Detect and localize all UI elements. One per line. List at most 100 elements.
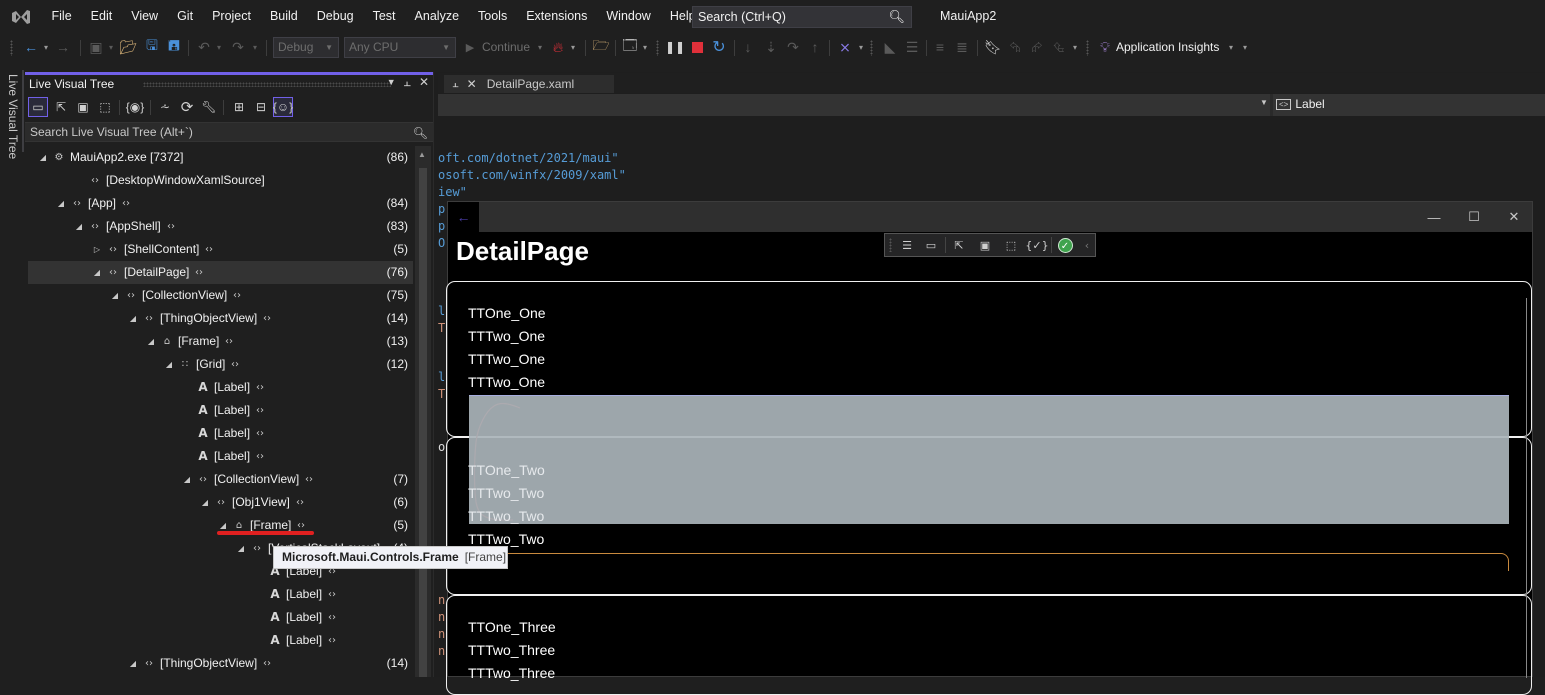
platform-dropdown[interactable]: Any CPU ▼ xyxy=(344,37,456,58)
select-element-icon[interactable]: ⇱ xyxy=(948,236,970,254)
go-to-source-icon[interactable]: ‹› xyxy=(256,422,264,445)
go-to-source-icon[interactable]: ‹› xyxy=(328,583,336,606)
tree-row[interactable]: A [Label] ‹› xyxy=(28,629,413,652)
app-title-bar[interactable] xyxy=(448,202,1532,232)
expanded-arrow-icon[interactable]: ◢ xyxy=(146,330,156,353)
save-icon[interactable]: 🖫︎ xyxy=(142,33,162,61)
select-element-icon[interactable]: ◣ xyxy=(880,33,900,61)
menu-window[interactable]: Window xyxy=(597,0,660,33)
menu-view[interactable]: View xyxy=(122,0,168,33)
expand-all-icon[interactable]: ⊞ xyxy=(229,97,249,117)
previous-bookmark-icon[interactable]: ⮲ xyxy=(1006,33,1024,61)
continue-dropdown-icon[interactable]: ▾ xyxy=(535,33,545,61)
toolbar-grip[interactable] xyxy=(889,238,892,252)
tab-detailpage-xaml[interactable]: ⫠ ✕ DetailPage.xaml xyxy=(444,75,614,93)
global-search-box[interactable]: Search (Ctrl+Q) 🔍︎ xyxy=(692,6,912,28)
redo-icon[interactable]: ↷ xyxy=(228,33,248,61)
hot-reload-dropdown-icon[interactable]: ▾ xyxy=(568,33,578,61)
toolbar-grip[interactable] xyxy=(1086,40,1089,56)
step-over-icon[interactable]: ⇣ xyxy=(762,33,780,61)
expanded-arrow-icon[interactable]: ◢ xyxy=(200,491,210,514)
menu-tools[interactable]: Tools xyxy=(469,0,517,33)
step-into-icon[interactable]: ↓ xyxy=(739,33,757,61)
continue-button[interactable]: Continue xyxy=(480,33,532,61)
tree-row[interactable]: ◢ ‹› [Obj1View] ‹› (6) xyxy=(28,491,413,514)
just-my-xaml-icon[interactable]: {☺} xyxy=(273,97,293,117)
browse-folder-icon[interactable]: 🗁︎ xyxy=(591,33,611,61)
undo-dropdown-icon[interactable]: ▾ xyxy=(214,33,224,61)
expanded-arrow-icon[interactable]: ◢ xyxy=(74,215,84,238)
maximize-icon[interactable]: ☐ xyxy=(1454,202,1494,232)
display-layout-adorners-icon[interactable]: ▣ xyxy=(73,97,93,117)
menu-build[interactable]: Build xyxy=(260,0,307,33)
go-to-source-icon[interactable]: ‹› xyxy=(263,307,271,330)
go-to-source-icon[interactable]: ‹› xyxy=(225,330,233,353)
pin-icon[interactable]: ⫠ xyxy=(404,75,411,90)
back-dropdown-icon[interactable]: ▾ xyxy=(41,33,51,61)
go-to-source-icon[interactable]: ‹› xyxy=(122,192,130,215)
menu-test[interactable]: Test xyxy=(363,0,405,33)
clear-bookmarks-icon[interactable]: ⮴ xyxy=(1050,33,1068,61)
minimize-icon[interactable]: — xyxy=(1414,202,1454,232)
tree-row[interactable]: ◢ ‹› [DetailPage] ‹› (76) xyxy=(28,261,413,284)
go-to-source-icon[interactable]: ‹› xyxy=(328,606,336,629)
go-to-source-icon[interactable]: ‹› xyxy=(256,445,264,468)
go-to-source-icon[interactable]: ‹› xyxy=(233,284,241,307)
tree-row[interactable]: ◢ ‹› [ThingObjectView] ‹› (14) xyxy=(28,652,413,675)
uncomment-lines-icon[interactable]: ≣ xyxy=(952,33,972,61)
video-record-icon[interactable]: ▭ xyxy=(920,236,942,254)
toolbar-grip[interactable] xyxy=(870,40,873,56)
tree-row[interactable]: A [Label] ‹› xyxy=(28,445,413,468)
expanded-arrow-icon[interactable]: ◢ xyxy=(56,192,66,215)
go-to-source-icon[interactable]: ‹› xyxy=(256,376,264,399)
go-to-source-icon[interactable]: ‹› xyxy=(256,399,264,422)
menu-git[interactable]: Git xyxy=(168,0,203,33)
close-icon[interactable]: ✕ xyxy=(419,75,429,90)
go-to-source-icon[interactable]: ‹› xyxy=(231,353,239,376)
close-tab-icon[interactable]: ✕ xyxy=(467,77,477,91)
go-to-source-icon[interactable]: ‹› xyxy=(195,261,203,284)
type-dropdown-icon[interactable]: ▼ xyxy=(1260,98,1268,107)
tree-row[interactable]: ▷ ‹› [ShellContent] ‹› (5) xyxy=(28,238,413,261)
panel-drag-grip[interactable] xyxy=(143,82,391,87)
binding-failures-icon[interactable]: {◉} xyxy=(125,97,145,117)
application-insights-button[interactable]: Application Insights xyxy=(1116,33,1226,61)
toolbar-overflow-icon[interactable]: ▾ xyxy=(856,33,866,61)
live-visual-tree-search-input[interactable]: Search Live Visual Tree (Alt+`) 🔍︎ xyxy=(25,122,433,142)
toolbar-overflow-icon[interactable]: ▾ xyxy=(1240,33,1250,61)
menu-file[interactable]: File xyxy=(42,0,81,33)
close-window-icon[interactable]: ✕ xyxy=(1494,202,1534,232)
refresh-tree-icon[interactable]: ⟳ xyxy=(177,97,197,117)
go-to-source-icon[interactable]: ‹› xyxy=(305,468,313,491)
go-to-live-visual-tree-icon[interactable]: ☰ xyxy=(896,236,918,254)
toolbar-grip[interactable] xyxy=(656,40,659,56)
item-frame-3[interactable] xyxy=(446,595,1532,695)
restart-icon[interactable]: ↻ xyxy=(709,33,729,61)
lightbulb-icon[interactable]: 💡︎ xyxy=(1096,33,1114,61)
menu-edit[interactable]: Edit xyxy=(81,0,122,33)
go-to-source-icon[interactable]: ‹› xyxy=(296,491,304,514)
next-bookmark-icon[interactable]: ⮳ xyxy=(1028,33,1046,61)
go-to-source-icon[interactable]: ‹› xyxy=(167,215,175,238)
collapse-toolbar-icon[interactable]: ‹ xyxy=(1076,236,1098,254)
live-visual-tree-side-tab[interactable]: Live Visual Tree xyxy=(4,74,20,159)
expanded-arrow-icon[interactable]: ◢ xyxy=(128,307,138,330)
go-to-source-icon[interactable]: ‹› xyxy=(328,629,336,652)
back-arrow-icon[interactable]: ← xyxy=(448,202,479,232)
show-in-app-toolbar-icon[interactable]: ▭ xyxy=(28,97,48,117)
startup-window-icon[interactable]: 🗔︎ xyxy=(620,33,640,61)
step-out-icon[interactable]: ↑ xyxy=(806,33,824,61)
panel-options-dropdown-icon[interactable]: ▼ xyxy=(387,77,396,90)
select-element-in-app-icon[interactable]: ⇱ xyxy=(51,97,71,117)
xaml-binding-failures-icon[interactable]: ⨯ xyxy=(835,33,855,61)
configuration-dropdown[interactable]: Debug ▼ xyxy=(273,37,339,58)
expanded-arrow-icon[interactable]: ◢ xyxy=(236,537,246,560)
tree-row[interactable]: ◢ ‹› [CollectionView] ‹› (7) xyxy=(28,468,413,491)
tree-row[interactable]: A [Label] ‹› xyxy=(28,376,413,399)
layout-adorner-icon[interactable]: ☰ xyxy=(902,33,922,61)
menu-project[interactable]: Project xyxy=(203,0,261,33)
menu-extensions[interactable]: Extensions xyxy=(517,0,597,33)
tree-row[interactable]: ◢ ⌂ [Frame] ‹› (13) xyxy=(28,330,413,353)
tree-vertical-scrollbar[interactable]: ▲ xyxy=(415,146,431,677)
navigate-back-icon[interactable]: ← xyxy=(20,33,42,61)
